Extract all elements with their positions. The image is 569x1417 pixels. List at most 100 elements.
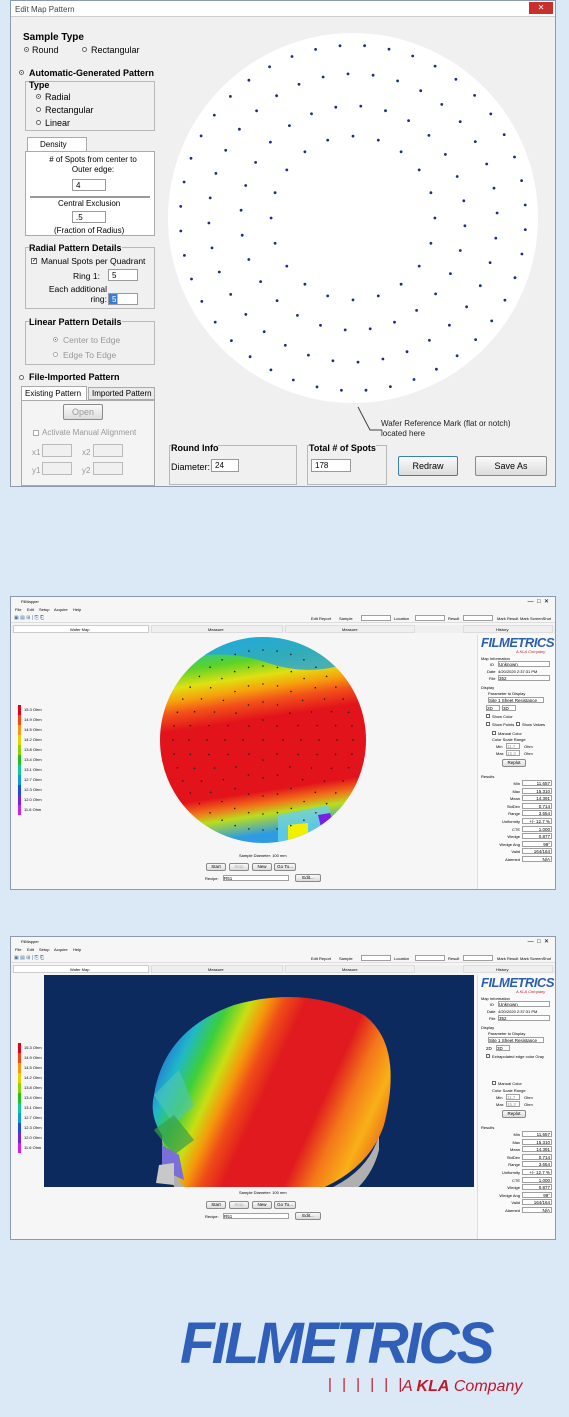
stop-button-3d[interactable]: Stop bbox=[229, 1201, 249, 1209]
menu-acquire-3d[interactable]: Acquire bbox=[54, 947, 68, 952]
recipe-select[interactable]: R51 bbox=[223, 875, 289, 881]
new-button[interactable]: New bbox=[252, 863, 272, 871]
edit-report-label-3d[interactable]: Edit Report bbox=[311, 956, 331, 961]
diameter-label: Diameter: bbox=[171, 462, 211, 472]
right-panel-2d: FILMETRICS A KLA Company Map Information… bbox=[477, 635, 555, 889]
pattern-spot bbox=[268, 65, 271, 69]
tab-measure-2-3d[interactable]: Measure bbox=[285, 965, 415, 973]
toolbar-icons[interactable]: ▣ ▤ ⊞ | ⎘ ⎗ bbox=[14, 615, 44, 621]
goto-button-3d[interactable]: Go To... bbox=[274, 1201, 296, 1209]
y1-input[interactable] bbox=[42, 462, 72, 475]
activate-manual-checkbox[interactable] bbox=[33, 430, 39, 436]
manual-color-checkbox-3d[interactable] bbox=[492, 1081, 496, 1085]
menu-setup-3d[interactable]: Setup bbox=[39, 947, 49, 952]
show-color-checkbox[interactable] bbox=[486, 714, 490, 718]
menu-setup[interactable]: Setup bbox=[39, 607, 49, 612]
view-2d-option-3d[interactable]: 2D bbox=[486, 1046, 496, 1052]
measurement-point bbox=[262, 739, 264, 741]
menu-help-3d[interactable]: Help bbox=[73, 947, 81, 952]
result-box-3d[interactable] bbox=[463, 955, 493, 961]
pattern-spot bbox=[314, 48, 317, 51]
edit-button-3d[interactable]: Edit... bbox=[295, 1212, 321, 1220]
open-button[interactable]: Open bbox=[63, 404, 103, 420]
location-box[interactable] bbox=[415, 615, 445, 621]
ring1-input[interactable]: 5 bbox=[108, 269, 138, 281]
show-points-checkbox[interactable] bbox=[486, 722, 490, 726]
menu-help[interactable]: Help bbox=[73, 607, 81, 612]
start-button[interactable]: Start bbox=[206, 863, 226, 871]
radio-rectangular-sample[interactable] bbox=[82, 47, 87, 52]
x2-input[interactable] bbox=[93, 444, 123, 457]
menu-file[interactable]: File bbox=[15, 607, 21, 612]
sample-box[interactable] bbox=[361, 615, 391, 621]
replot-button[interactable]: Replot bbox=[502, 759, 526, 767]
pattern-spot bbox=[513, 155, 516, 159]
central-exclusion-input[interactable]: .5 bbox=[72, 211, 106, 223]
legend-swatch bbox=[18, 765, 21, 775]
mark-screenshot-label-3d[interactable]: Mark ScreenShot bbox=[520, 956, 551, 961]
stop-button[interactable]: Stop bbox=[229, 863, 249, 871]
extrapolated-checkbox[interactable] bbox=[486, 1054, 490, 1058]
each-additional-input[interactable]: 5 bbox=[108, 293, 138, 305]
y2-input[interactable] bbox=[93, 462, 123, 475]
tab-existing-pattern[interactable]: Existing Pattern bbox=[21, 386, 87, 400]
radio-edge-to-edge[interactable] bbox=[53, 352, 58, 357]
edit-button[interactable]: Edit... bbox=[295, 874, 321, 882]
tab-wafer-map-3d[interactable]: Wafer Map bbox=[13, 965, 149, 973]
radio-auto-pattern[interactable] bbox=[19, 70, 24, 75]
toolbar-icons-3d[interactable]: ▣ ▤ ⊞ | ⎘ ⎗ bbox=[14, 955, 44, 961]
location-box-3d[interactable] bbox=[415, 955, 445, 961]
min-input-3d[interactable]: 11.7 bbox=[506, 1094, 520, 1100]
spots-input[interactable]: 4 bbox=[72, 179, 106, 191]
tab-measure-2[interactable]: Measure bbox=[285, 625, 415, 633]
min-input[interactable]: 11.7 bbox=[506, 743, 520, 749]
close-button[interactable]: ✕ bbox=[529, 2, 553, 14]
radio-radial[interactable] bbox=[36, 94, 41, 99]
tab-wafer-map[interactable]: Wafer Map bbox=[13, 625, 149, 633]
radio-linear[interactable] bbox=[36, 120, 41, 125]
tab-measure-3d[interactable]: Measure bbox=[151, 965, 283, 973]
menu-edit[interactable]: Edit bbox=[27, 607, 34, 612]
start-button-3d[interactable]: Start bbox=[206, 1201, 226, 1209]
window-controls-2d[interactable]: — □ ✕ bbox=[528, 598, 549, 605]
goto-button[interactable]: Go To... bbox=[274, 863, 296, 871]
menu-acquire[interactable]: Acquire bbox=[54, 607, 68, 612]
result-box[interactable] bbox=[463, 615, 493, 621]
window-controls-3d[interactable]: — □ ✕ bbox=[528, 938, 549, 945]
result-value: +/- 12.7 % bbox=[522, 1169, 552, 1175]
menu-file-3d[interactable]: File bbox=[15, 947, 21, 952]
redraw-button[interactable]: Redraw bbox=[398, 456, 458, 476]
mark-result-label[interactable]: Mark Result bbox=[497, 616, 518, 621]
x1-input[interactable] bbox=[42, 444, 72, 457]
new-button-3d[interactable]: New bbox=[252, 1201, 272, 1209]
radio-center-to-edge[interactable] bbox=[53, 337, 58, 342]
manual-color-checkbox[interactable] bbox=[492, 731, 496, 735]
density-tab[interactable]: Density bbox=[27, 137, 87, 152]
edit-report-label[interactable]: Edit Report bbox=[311, 616, 331, 621]
save-as-button[interactable]: Save As bbox=[475, 456, 547, 476]
sample-box-3d[interactable] bbox=[361, 955, 391, 961]
show-values-checkbox[interactable] bbox=[516, 722, 520, 726]
view-3d-option[interactable]: 3D bbox=[502, 705, 516, 711]
view-3d-option-3d[interactable]: 3D bbox=[496, 1045, 510, 1051]
recipe-select-3d[interactable]: R51 bbox=[223, 1213, 289, 1219]
param-select[interactable]: Site 1 Sheet Resistance bbox=[488, 697, 544, 703]
tab-history[interactable]: History bbox=[463, 625, 553, 633]
each-additional-label: Each additional ring: bbox=[48, 284, 107, 304]
radio-rectangular-type[interactable] bbox=[36, 107, 41, 112]
diameter-input[interactable]: 24 bbox=[211, 459, 239, 472]
tab-imported-pattern[interactable]: Imported Pattern bbox=[88, 387, 155, 400]
radio-file-imported[interactable] bbox=[19, 375, 24, 380]
manual-spots-checkbox[interactable]: ✓ bbox=[31, 258, 37, 264]
mark-screenshot-label[interactable]: Mark ScreenShot bbox=[520, 616, 551, 621]
tab-measure[interactable]: Measure bbox=[151, 625, 283, 633]
replot-button-3d[interactable]: Replot bbox=[502, 1110, 526, 1118]
radio-round[interactable] bbox=[24, 47, 29, 52]
menu-edit-3d[interactable]: Edit bbox=[27, 947, 34, 952]
param-select-3d[interactable]: Site 1 Sheet Resistance bbox=[488, 1037, 544, 1043]
max-input[interactable]: 15.3 bbox=[506, 750, 520, 756]
view-2d-option[interactable]: 2D bbox=[486, 705, 500, 711]
max-input-3d[interactable]: 15.3 bbox=[506, 1101, 520, 1107]
mark-result-label-3d[interactable]: Mark Result bbox=[497, 956, 518, 961]
tab-history-3d[interactable]: History bbox=[463, 965, 553, 973]
